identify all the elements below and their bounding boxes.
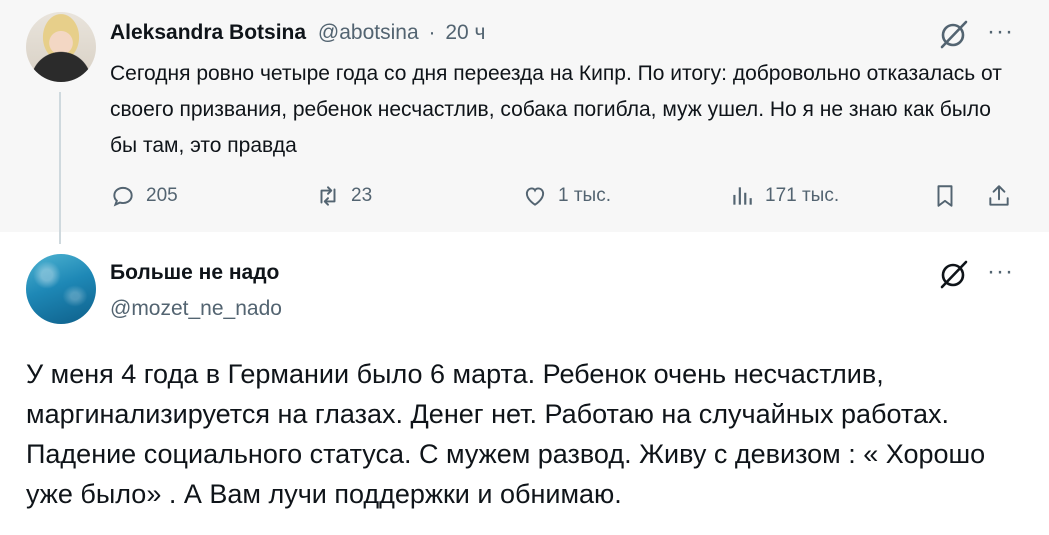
views-button[interactable]: 171 тыс.: [729, 178, 839, 214]
bookmark-icon: [937, 185, 953, 207]
views-icon: [733, 187, 752, 205]
tweet-text: У меня 4 года в Германии было 6 марта. Р…: [26, 359, 986, 509]
more-icon[interactable]: ···: [987, 260, 1014, 284]
author-name[interactable]: Больше не надо: [110, 260, 279, 286]
grok-icon[interactable]: [938, 258, 970, 290]
reply-button[interactable]: 205: [110, 178, 178, 214]
author-name[interactable]: Aleksandra Botsina: [110, 21, 306, 44]
bookmark-button[interactable]: [932, 178, 968, 214]
separator: ·: [428, 21, 436, 44]
repost-count: 23: [351, 185, 373, 206]
author-handle[interactable]: @abotsina: [318, 21, 419, 44]
avatar[interactable]: [26, 254, 96, 324]
parent-tweet-header: Aleksandra Botsina @abotsina · 20 ч: [110, 20, 485, 46]
thread-line: [59, 92, 61, 244]
like-icon: [525, 187, 545, 206]
views-count: 171 тыс.: [765, 185, 840, 206]
tweet-text: Сегодня ровно четыре года со дня переезд…: [110, 62, 1002, 157]
avatar[interactable]: [26, 12, 96, 82]
like-count: 1 тыс.: [558, 185, 611, 206]
repost-button[interactable]: 23: [315, 178, 372, 214]
grok-icon[interactable]: [938, 18, 970, 50]
reply-count: 205: [146, 185, 178, 206]
timestamp[interactable]: 20 ч: [445, 21, 485, 44]
like-button[interactable]: 1 тыс.: [522, 178, 611, 214]
author-handle[interactable]: @mozet_ne_nado: [110, 296, 282, 322]
reply-icon: [113, 186, 133, 207]
share-button[interactable]: [986, 178, 1022, 214]
repost-icon: [320, 186, 336, 206]
more-icon[interactable]: ···: [987, 20, 1014, 44]
action-bar: 205 23 1 тыс. 171 тыс.: [110, 178, 1020, 214]
share-icon: [989, 185, 1009, 206]
